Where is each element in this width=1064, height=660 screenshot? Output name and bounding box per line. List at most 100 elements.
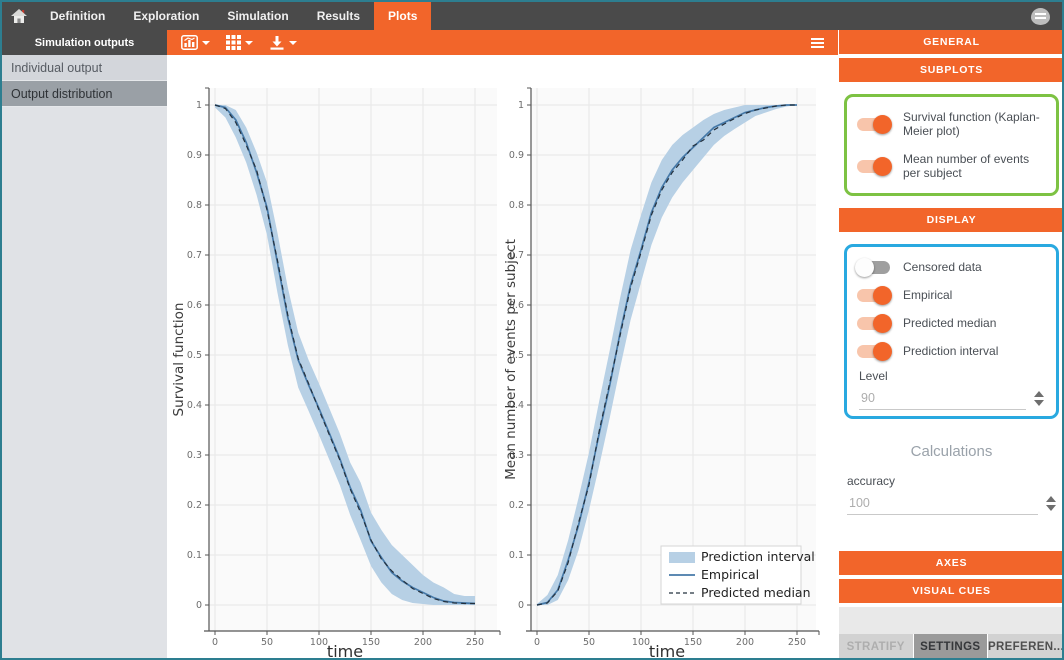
plot-menu-button[interactable] [811, 38, 824, 48]
accuracy-label: accuracy [847, 474, 1056, 488]
tab-label: Simulation [227, 9, 288, 23]
toggle-label: Mean number of events per subject [903, 152, 1046, 180]
top-nav: Definition Exploration Simulation Result… [2, 2, 1062, 30]
chevron-down-icon [245, 41, 253, 45]
toggle-label: Predicted median [903, 316, 996, 330]
svg-text:250: 250 [466, 637, 484, 648]
svg-text:time: time [649, 642, 685, 660]
svg-text:200: 200 [414, 637, 432, 648]
mean-events-toggle[interactable] [857, 160, 890, 173]
svg-text:Empirical: Empirical [701, 567, 759, 582]
tab-simulation[interactable]: Simulation [213, 2, 302, 30]
chart-type-button[interactable] [181, 35, 210, 50]
svg-text:50: 50 [261, 637, 273, 648]
level-input[interactable] [859, 389, 1026, 410]
section-general[interactable]: GENERAL [839, 30, 1064, 54]
censored-data-toggle[interactable] [857, 261, 890, 274]
svg-text:0: 0 [534, 637, 540, 648]
svg-text:Predicted median: Predicted median [701, 585, 811, 600]
step-up-icon[interactable] [1034, 391, 1044, 397]
svg-text:1: 1 [518, 100, 524, 111]
export-download-icon [269, 35, 285, 50]
toggle-label: Censored data [903, 260, 982, 274]
toggle-row-mean-events: Mean number of events per subject [851, 145, 1052, 187]
tab-preferences[interactable]: PREFEREN... [988, 634, 1064, 660]
sidebar-item-label: Individual output [11, 61, 102, 75]
svg-text:Mean number of events per subj: Mean number of events per subject [503, 239, 519, 480]
level-stepper[interactable] [1034, 391, 1044, 410]
plot-toolbar [167, 30, 838, 55]
outputs-header-label: Simulation outputs [35, 37, 135, 49]
sidebar-item-individual-output[interactable]: Individual output [2, 55, 167, 81]
step-down-icon[interactable] [1046, 505, 1056, 511]
svg-text:50: 50 [583, 637, 595, 648]
tab-definition[interactable]: Definition [36, 2, 119, 30]
level-field: Level [851, 365, 1052, 410]
chevron-down-icon [289, 41, 297, 45]
svg-text:100: 100 [632, 637, 650, 648]
svg-text:0.4: 0.4 [187, 400, 202, 411]
svg-text:250: 250 [788, 637, 806, 648]
section-display[interactable]: DISPLAY [839, 208, 1064, 232]
layout-grid-icon [226, 35, 241, 50]
step-down-icon[interactable] [1034, 400, 1044, 406]
svg-text:Prediction interval: Prediction interval [701, 549, 815, 564]
toggle-row-predicted-median: Predicted median [851, 309, 1052, 337]
tab-plots[interactable]: Plots [374, 2, 431, 30]
tab-stratify[interactable]: STRATIFY [839, 634, 913, 660]
svg-text:0.6: 0.6 [187, 300, 202, 311]
tab-results[interactable]: Results [303, 2, 374, 30]
section-axes[interactable]: AXES [839, 551, 1064, 575]
svg-text:150: 150 [684, 637, 702, 648]
survival-function-toggle[interactable] [857, 118, 890, 131]
svg-text:time: time [327, 642, 363, 660]
svg-text:0.2: 0.2 [509, 500, 524, 511]
svg-text:0.8: 0.8 [187, 200, 202, 211]
predicted-median-toggle[interactable] [857, 317, 890, 330]
export-button[interactable] [269, 35, 297, 50]
calculations-heading: Calculations [839, 443, 1064, 460]
sidebar: Individual output Output distribution [2, 55, 167, 660]
panel-bottom-tabs: STRATIFY SETTINGS PREFEREN... [839, 634, 1064, 660]
svg-text:0.9: 0.9 [187, 150, 202, 161]
home-button[interactable] [2, 2, 36, 30]
svg-text:0.2: 0.2 [187, 500, 202, 511]
tab-label: Plots [388, 9, 417, 23]
svg-text:0.8: 0.8 [509, 200, 524, 211]
svg-text:0.3: 0.3 [187, 450, 202, 461]
tab-label: Results [317, 9, 360, 23]
feedback-chat-icon[interactable] [1031, 8, 1050, 25]
toggle-label: Prediction interval [903, 344, 998, 358]
svg-text:0.9: 0.9 [509, 150, 524, 161]
layout-grid-button[interactable] [226, 35, 253, 50]
toggle-row-prediction-interval: Prediction interval [851, 337, 1052, 365]
toggle-label: Survival function (Kaplan-Meier plot) [903, 110, 1046, 138]
sidebar-item-output-distribution[interactable]: Output distribution [2, 81, 167, 107]
chart-type-icon [181, 35, 198, 50]
chevron-down-icon [202, 41, 210, 45]
svg-text:150: 150 [362, 637, 380, 648]
accuracy-stepper[interactable] [1046, 496, 1056, 515]
subplots-highlight-box: Survival function (Kaplan-Meier plot) Me… [844, 94, 1059, 196]
step-up-icon[interactable] [1046, 496, 1056, 502]
prediction-interval-toggle[interactable] [857, 345, 890, 358]
empirical-toggle[interactable] [857, 289, 890, 302]
app-window: Definition Exploration Simulation Result… [0, 0, 1064, 660]
accuracy-input[interactable] [847, 494, 1038, 515]
svg-text:0.5: 0.5 [187, 350, 202, 361]
svg-text:0.1: 0.1 [509, 550, 524, 561]
svg-text:100: 100 [310, 637, 328, 648]
section-subplots[interactable]: SUBPLOTS [839, 58, 1064, 82]
svg-text:200: 200 [736, 637, 754, 648]
svg-text:0: 0 [196, 600, 202, 611]
panel-empty-area [839, 607, 1064, 634]
display-highlight-box: Censored data Empirical Predicted median… [844, 244, 1059, 419]
section-visual-cues[interactable]: VISUAL CUES [839, 579, 1064, 603]
tab-label: Exploration [133, 9, 199, 23]
output-distribution-charts: 00.10.20.30.40.50.60.70.80.9105010015020… [167, 55, 838, 660]
svg-text:Survival function: Survival function [171, 303, 187, 417]
tab-settings[interactable]: SETTINGS [914, 634, 988, 660]
tab-exploration[interactable]: Exploration [119, 2, 213, 30]
accuracy-field: accuracy [839, 470, 1064, 515]
toggle-row-survival-function: Survival function (Kaplan-Meier plot) [851, 103, 1052, 145]
